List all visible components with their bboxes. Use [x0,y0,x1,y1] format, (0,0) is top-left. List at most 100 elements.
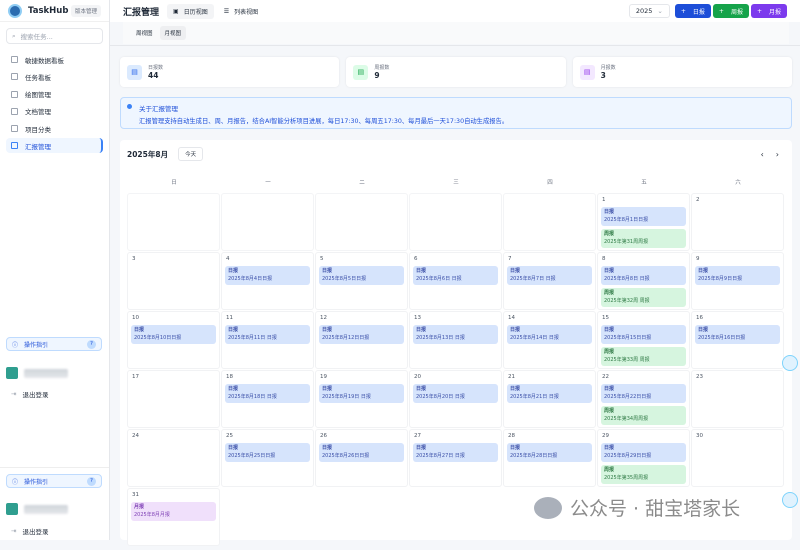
report-event-daily[interactable]: 日报 2025年8月26日日报 [319,443,404,462]
report-event-weekly[interactable]: 周报 2025年第34周周报 [601,406,686,425]
calendar-day[interactable]: 23 [691,370,784,428]
report-icon [11,142,18,150]
tab-list-view[interactable]: ☰ 列表视图 [218,4,264,19]
calendar-day[interactable]: 17 [127,370,220,428]
report-event-daily[interactable]: 日报 2025年8月15日日报 [601,325,686,344]
calendar-day[interactable]: 16 日报 2025年8月16日日报 [691,311,784,369]
tab-calendar-view[interactable]: ▣ 日历视图 [167,3,214,19]
day-number: 28 [508,433,515,439]
event-title: 2025年8月12日日报 [322,334,370,341]
calendar-day[interactable]: 9 日报 2025年8月9日日报 [691,252,784,310]
guide-button[interactable]: ⓘ 操作指引? [6,474,102,488]
report-event-daily[interactable]: 日报 2025年8月12日日报 [319,325,404,344]
sidebar-item[interactable]: 敏捷数据看板 [6,52,103,67]
calendar-day[interactable]: 27 日报 2025年8月27日 日报 [409,429,502,487]
calendar-day[interactable]: 12 日报 2025年8月12日日报 [315,311,408,369]
report-event-daily[interactable]: 日报 2025年8月8日 日报 [601,266,686,285]
add-daily-button[interactable]: + 日报 [674,4,711,18]
report-event-daily[interactable]: 日报 2025年8月4日日报 [225,266,310,285]
calendar-day[interactable]: 6 日报 2025年8月6日 日报 [409,252,502,310]
tab-month-view[interactable]: 月视图 [159,26,187,40]
sidebar-item[interactable]: 文档管理 [6,104,103,119]
logout-button[interactable]: ⇥ 退出登录 [11,526,48,536]
calendar-day[interactable]: 22 日报 2025年8月22日日报 周报 2025年第34周周报 [597,370,690,428]
version-button[interactable]: 版本管理 [70,4,101,17]
add-weekly-button[interactable]: + 周报 [712,4,749,18]
user-profile[interactable] [6,503,68,515]
calendar-day[interactable]: 21 日报 2025年8月21日 日报 [503,370,596,428]
assistant-float-button[interactable] [782,492,798,508]
calendar-day[interactable]: 2 [691,193,784,251]
tab-week-view[interactable]: 周视图 [131,26,158,40]
user-name-blurred [24,504,68,514]
report-event-daily[interactable]: 日报 2025年8月1日日报 [601,207,686,226]
report-event-daily[interactable]: 日报 2025年8月27日 日报 [413,443,498,462]
calendar-day[interactable]: 14 日报 2025年8月14日 日报 [503,311,596,369]
calendar-day[interactable]: 5 日报 2025年8月5日日报 [315,252,408,310]
prev-month-button[interactable]: ‹ [761,150,764,159]
user-profile[interactable] [6,367,68,379]
report-event-daily[interactable]: 日报 2025年8月14日 日报 [507,325,592,344]
stat-card: ▤ 月报数 3 [572,57,792,87]
report-event-daily[interactable]: 日报 2025年8月9日日报 [695,266,780,285]
assistant-float-button[interactable] [782,355,798,371]
sidebar-item[interactable]: 汇报管理 [6,138,103,154]
calendar-day[interactable]: 30 [691,429,784,487]
report-event-daily[interactable]: 日报 2025年8月5日日报 [319,266,404,285]
report-event-daily[interactable]: 日报 2025年8月21日 日报 [507,384,592,403]
report-event-weekly[interactable]: 周报 2025年第31周周报 [601,229,686,248]
next-month-button[interactable]: › [776,150,779,159]
calendar-day[interactable]: 3 [127,252,220,310]
calendar-day[interactable]: 15 日报 2025年8月15日日报 周报 2025年第33周 周报 [597,311,690,369]
report-event-daily[interactable]: 日报 2025年8月20日 日报 [413,384,498,403]
today-button[interactable]: 今天 [178,147,204,161]
calendar-day[interactable]: 8 日报 2025年8月8日 日报 周报 2025年第32周 周报 [597,252,690,310]
report-event-daily[interactable]: 日报 2025年8月11日 日报 [225,325,310,344]
report-event-weekly[interactable]: 周报 2025年第35周周报 [601,465,686,484]
report-event-daily[interactable]: 日报 2025年8月6日 日报 [413,266,498,285]
calendar-day[interactable]: 19 日报 2025年8月19日 日报 [315,370,408,428]
report-event-weekly[interactable]: 周报 2025年第33周 周报 [601,347,686,366]
calendar-day[interactable]: 25 日报 2025年8月25日日报 [221,429,314,487]
calendar-day[interactable]: 10 日报 2025年8月10日日报 [127,311,220,369]
calendar-day[interactable]: 18 日报 2025年8月18日 日报 [221,370,314,428]
calendar-day[interactable]: 7 日报 2025年8月7日 日报 [503,252,596,310]
calendar-day[interactable]: 24 [127,429,220,487]
logout-button[interactable]: ⇥ 退出登录 [11,389,48,399]
report-event-daily[interactable]: 日报 2025年8月13日 日报 [413,325,498,344]
calendar-day[interactable]: 28 日报 2025年8月28日日报 [503,429,596,487]
weekday-label: 四 [547,180,553,186]
calendar-day[interactable]: 20 日报 2025年8月20日 日报 [409,370,502,428]
search-input[interactable]: ⌕ 搜索任务... [6,28,103,44]
report-event-daily[interactable]: 日报 2025年8月25日日报 [225,443,310,462]
calendar: 2025年8月 今天 ‹ › 日一二三四五六 1 日报 2025年8月1日日报 周报 20… [120,140,792,546]
report-event-weekly[interactable]: 周报 2025年第32周 周报 [601,288,686,307]
add-monthly-button[interactable]: + 月报 [750,4,787,18]
event-title: 2025年第32周 周报 [604,297,650,304]
sidebar-item-label: 绘图管理 [25,91,51,100]
event-type: 日报 [604,209,615,215]
calendar-day[interactable]: 1 日报 2025年8月1日日报 周报 2025年第31周周报 [597,193,690,251]
sidebar-item[interactable]: 绘图管理 [6,87,103,102]
report-event-daily[interactable]: 日报 2025年8月7日 日报 [507,266,592,285]
sidebar-item[interactable]: 任务看板 [6,69,103,84]
report-event-daily[interactable]: 日报 2025年8月19日 日报 [319,384,404,403]
report-event-daily[interactable]: 日报 2025年8月28日日报 [507,443,592,462]
year-select[interactable]: 2025 ⌄ [628,4,670,18]
calendar-day[interactable]: 29 日报 2025年8月29日日报 周报 2025年第35周周报 [597,429,690,487]
chart-icon [11,73,18,81]
report-event-daily[interactable]: 日报 2025年8月16日日报 [695,325,780,344]
sidebar-item[interactable]: 项目分类 [6,121,103,136]
report-event-daily[interactable]: 日报 2025年8月22日日报 [601,384,686,403]
calendar-day[interactable]: 26 日报 2025年8月26日日报 [315,429,408,487]
report-event-daily[interactable]: 日报 2025年8月18日 日报 [225,384,310,403]
calendar-day[interactable]: 4 日报 2025年8月4日日报 [221,252,314,310]
report-event-daily[interactable]: 日报 2025年8月10日日报 [131,325,216,344]
report-event-daily[interactable]: 日报 2025年8月29日日报 [601,443,686,462]
calendar-day[interactable]: 31 月报 2025年8月月报 [127,488,220,546]
calendar-day[interactable]: 13 日报 2025年8月13日 日报 [409,311,502,369]
report-event-monthly[interactable]: 月报 2025年8月月报 [131,502,216,521]
logout-icon: ⇥ [11,527,17,535]
guide-button[interactable]: ⓘ 操作指引? [6,337,102,351]
calendar-day[interactable]: 11 日报 2025年8月11日 日报 [221,311,314,369]
